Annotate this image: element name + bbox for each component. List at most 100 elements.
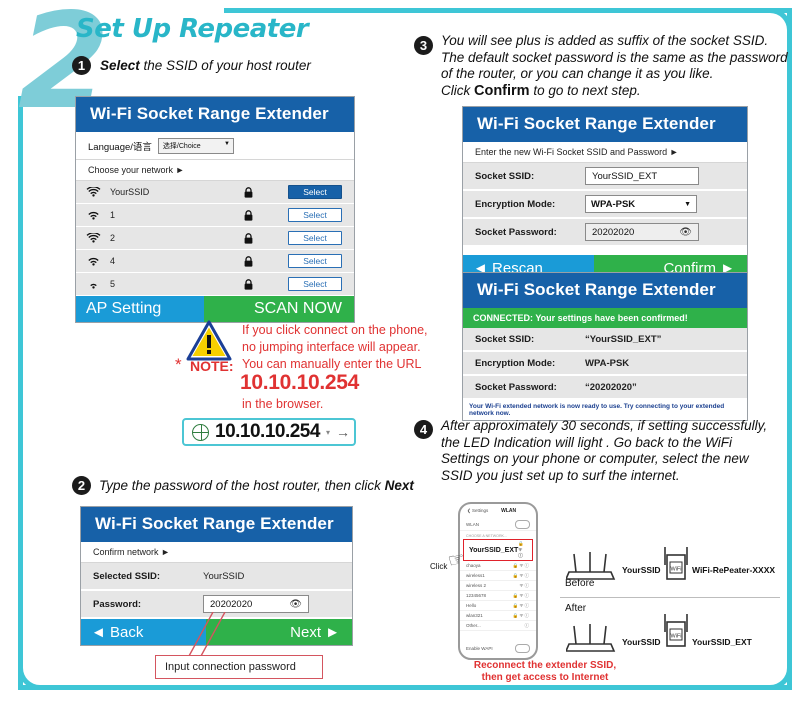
- network-icons: 🔒ᯤⓘ: [512, 612, 530, 618]
- select-button[interactable]: Select: [288, 231, 342, 245]
- step-4-text: After approximately 30 seconds, if setti…: [441, 418, 767, 484]
- eye-icon[interactable]: 👁: [289, 599, 302, 610]
- language-select[interactable]: 选择/Choice ▼: [157, 138, 234, 154]
- panel-connected-title: Wi-Fi Socket Range Extender: [463, 273, 747, 308]
- connected-socket-ssid-value: “YourSSID_EXT”: [585, 333, 662, 345]
- phone-network-status-icons: 🔒 ᯤ ⓘ: [518, 541, 525, 558]
- lock-icon: [220, 209, 276, 221]
- step-2-bold: Next: [384, 478, 414, 493]
- list-item[interactable]: chaoya 🔒ᯤⓘ: [460, 561, 536, 571]
- step-1-badge: 1: [72, 56, 91, 75]
- connected-encryption-value: WPA-PSK: [585, 357, 630, 369]
- phone-wlan-toggle[interactable]: [515, 520, 530, 529]
- chevron-down-icon[interactable]: ▾: [326, 428, 330, 437]
- network-ssid: 5: [110, 279, 116, 289]
- phone-network-list: chaoya 🔒ᯤⓘ wireless1 🔒ᯤⓘ wireless 2 ᯤⓘ 1234…: [460, 561, 536, 631]
- table-row[interactable]: YourSSID Select: [76, 181, 354, 204]
- list-item[interactable]: Hello 🔒ᯤⓘ: [460, 601, 536, 611]
- phone-network-name: Other...: [466, 623, 481, 628]
- eye-icon[interactable]: 👁: [679, 227, 692, 238]
- password-input[interactable]: 20202020 👁: [203, 595, 309, 613]
- red-caption: Reconnect the extender SSID, then get ac…: [420, 660, 670, 684]
- phone-wapi-toggle[interactable]: [515, 644, 530, 653]
- step-3-line-1: You will see plus is added as suffix of …: [441, 33, 769, 48]
- encryption-mode-value: WPA-PSK: [591, 198, 636, 210]
- step-1-bold: Select: [100, 58, 140, 73]
- list-item[interactable]: wireless 2 ᯤⓘ: [460, 581, 536, 591]
- panel-confirm-title: Wi-Fi Socket Range Extender: [81, 507, 352, 542]
- network-icons: 🔒ᯤⓘ: [512, 562, 530, 568]
- phone-selected-ssid: YourSSID_EXT: [469, 546, 519, 554]
- phone-back-button[interactable]: ❮ Settings: [467, 508, 488, 514]
- step-2-text-a: Type the password of the host router, th…: [99, 478, 385, 493]
- language-label: Language/语言: [88, 142, 152, 153]
- select-button[interactable]: Select: [288, 208, 342, 222]
- select-button[interactable]: Select: [288, 254, 342, 268]
- socket-ssid-input[interactable]: YourSSID_EXT: [585, 167, 699, 185]
- select-cell: Select: [276, 231, 354, 245]
- router-icon: [566, 552, 616, 580]
- phone-nav-bar: ❮ Settings WLAN: [460, 504, 536, 516]
- phone-wapi-row[interactable]: Enable WAPI: [460, 643, 536, 654]
- network-ssid: YourSSID: [110, 187, 150, 197]
- list-item[interactable]: wireless1 🔒ᯤⓘ: [460, 571, 536, 581]
- password-value: 20202020: [210, 598, 253, 610]
- step-4-line-4: SSID you just set up to surf the interne…: [441, 467, 680, 483]
- list-item[interactable]: wlan321 🔒ᯤⓘ: [460, 611, 536, 621]
- step-3-line-4: Click Confirm to go to next step.: [441, 83, 788, 100]
- confirm-network-label: Confirm network ►: [81, 542, 352, 563]
- table-row[interactable]: 5 Select: [76, 273, 354, 296]
- list-item[interactable]: 12345678 🔒ᯤⓘ: [460, 591, 536, 601]
- svg-text:WiFi: WiFi: [671, 567, 682, 573]
- wifi-signal-icon: [76, 279, 110, 290]
- browser-url-bar[interactable]: 10.10.10.254 ▾ →: [182, 418, 356, 446]
- select-button[interactable]: Select: [288, 277, 342, 291]
- diagram-divider: [560, 597, 780, 598]
- phone-wlan-toggle-row[interactable]: WLAN: [460, 519, 536, 531]
- form-row-socket-password: Socket Password: 20202020 👁: [463, 219, 747, 247]
- socket-setup-subtitle: Enter the new Wi-Fi Socket SSID and Pass…: [463, 142, 747, 163]
- step-2-badge: 2: [72, 476, 91, 495]
- diagram-after-label: After: [565, 603, 587, 614]
- language-row: Language/语言 选择/Choice ▼: [76, 132, 354, 160]
- connected-password-value: “20202020”: [585, 381, 637, 393]
- phone-network-name: wireless1: [466, 573, 485, 578]
- chevron-down-icon: ▼: [223, 141, 230, 147]
- instruction-page: 2 Set Up Repeater 1 Select the SSID of y…: [0, 0, 800, 706]
- frame-left-border: [18, 96, 23, 690]
- select-button[interactable]: Select: [288, 185, 342, 199]
- phone-selected-network[interactable]: YourSSID_EXT 🔒 ᯤ ⓘ: [463, 539, 533, 561]
- frame-bottom-border: [18, 685, 792, 690]
- globe-icon: [192, 423, 209, 441]
- after-router-label: YourSSID: [622, 637, 661, 647]
- router-icon: [566, 624, 616, 652]
- socket-ssid-value: YourSSID_EXT: [592, 170, 658, 182]
- go-arrow-icon[interactable]: →: [336, 424, 350, 440]
- before-extender-label: WiFi-RePeater-XXXX: [692, 565, 776, 575]
- lock-icon: [220, 186, 276, 198]
- panel-spacer: [463, 247, 747, 255]
- network-icons: ⓘ: [524, 622, 530, 628]
- note-line-1: If you click connect on the phone,: [242, 323, 428, 337]
- frame-top-border: [224, 8, 792, 13]
- encryption-mode-select[interactable]: WPA-PSK ▼: [585, 195, 697, 213]
- frame-right-border: [787, 8, 792, 690]
- socket-password-input[interactable]: 20202020 👁: [585, 223, 699, 241]
- phone-section-header: CHOOSE A NETWORK...: [466, 534, 507, 538]
- panel-scan-networks: Wi-Fi Socket Range Extender Language/语言 …: [75, 96, 355, 323]
- connected-row-socket-ssid: Socket SSID: “YourSSID_EXT”: [463, 328, 747, 352]
- select-cell: Select: [276, 277, 354, 291]
- encryption-mode-label: Encryption Mode:: [475, 198, 556, 210]
- step-3-line-4-a: Click: [441, 82, 474, 98]
- step-3-badge: 3: [414, 36, 433, 55]
- ap-setting-button[interactable]: AP Setting: [76, 296, 204, 322]
- table-row[interactable]: 2 Select: [76, 227, 354, 250]
- list-item[interactable]: Other... ⓘ: [460, 621, 536, 631]
- extender-icon: WiFi: [664, 547, 688, 580]
- network-icons: 🔒ᯤⓘ: [512, 602, 530, 608]
- connected-row-encryption: Encryption Mode: WPA-PSK: [463, 352, 747, 376]
- table-row[interactable]: 4 Select: [76, 250, 354, 273]
- table-row[interactable]: 1 Select: [76, 204, 354, 227]
- network-ssid: 4: [110, 256, 116, 266]
- scan-now-button[interactable]: SCAN NOW: [203, 296, 354, 322]
